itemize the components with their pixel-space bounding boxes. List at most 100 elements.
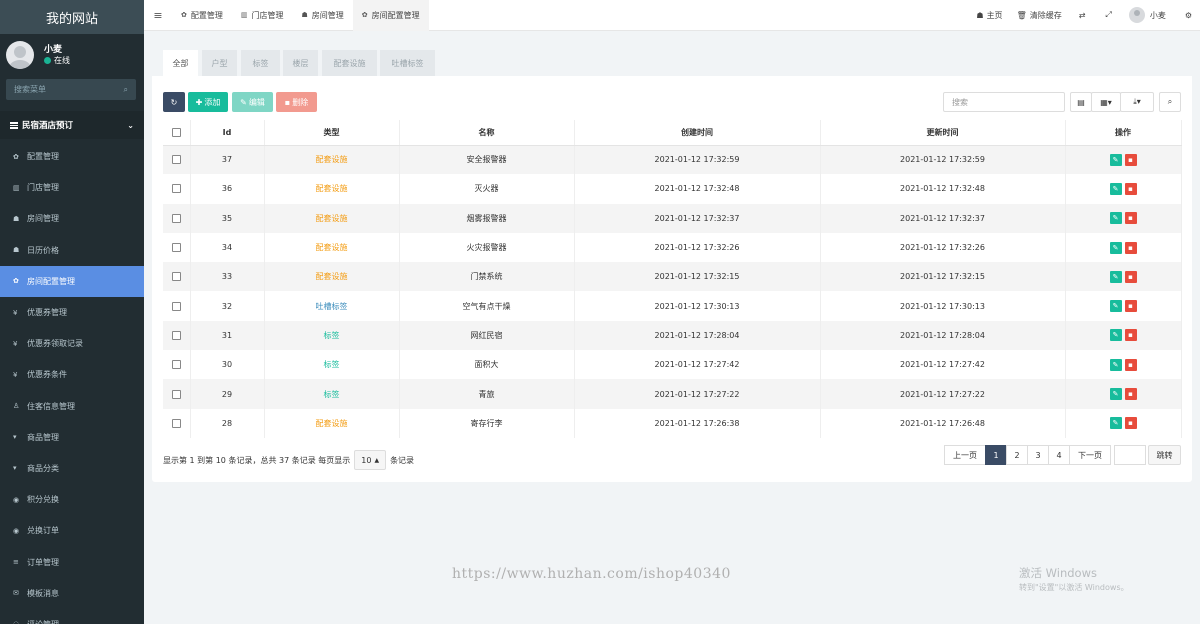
sidebar-item-14[interactable]: ✉ 模板消息 bbox=[0, 578, 144, 609]
toggle-view-icon[interactable]: ▤ bbox=[1070, 92, 1092, 112]
column-header-updated[interactable]: 更新时间 bbox=[820, 120, 1066, 146]
tab-3[interactable]: ✿ 房间配置管理 bbox=[352, 0, 429, 31]
page-2-button[interactable]: 2 bbox=[1006, 445, 1028, 465]
row-checkbox[interactable] bbox=[171, 155, 181, 165]
add-button[interactable]: ✚ 添加 bbox=[188, 92, 228, 112]
tab-1[interactable]: ▥ 门店管理 bbox=[232, 0, 293, 31]
select-all-checkbox[interactable] bbox=[171, 127, 181, 137]
page-4-button[interactable]: 4 bbox=[1048, 445, 1070, 465]
delete-button[interactable]: ▪ 删除 bbox=[276, 92, 317, 112]
row-checkbox[interactable] bbox=[171, 243, 181, 253]
subtab-tag[interactable]: 标签 bbox=[241, 50, 280, 76]
table-row[interactable]: 29 标签 青旅 2021-01-12 17:27:22 2021-01-12 17:2… bbox=[163, 379, 1182, 409]
row-edit-icon[interactable]: ✎ bbox=[1109, 300, 1122, 313]
row-edit-icon[interactable]: ✎ bbox=[1109, 329, 1122, 342]
next-page-button[interactable]: 下一页 bbox=[1069, 445, 1111, 465]
sidebar-item-13[interactable]: ≡ 订单管理 bbox=[0, 546, 144, 577]
user-menu[interactable]: 小麦 bbox=[1122, 7, 1173, 23]
row-checkbox[interactable] bbox=[171, 272, 181, 282]
page-3-button[interactable]: 3 bbox=[1027, 445, 1049, 465]
sidebar-item-11[interactable]: ◉ 积分兑换 bbox=[0, 484, 144, 515]
subtab-room-type[interactable]: 户型 bbox=[202, 50, 237, 76]
row-delete-icon[interactable]: ▪ bbox=[1124, 300, 1137, 313]
subtab-all[interactable]: 全部 bbox=[163, 50, 198, 76]
row-checkbox[interactable] bbox=[171, 418, 181, 428]
columns-dropdown-icon[interactable]: ▦▾ bbox=[1091, 92, 1121, 112]
table-row[interactable]: 28 配套设施 寄存行李 2021-01-12 17:26:38 2021-01-12 … bbox=[163, 408, 1182, 438]
table-row[interactable]: 37 配套设施 安全报警器 2021-01-12 17:32:59 2021-01-12… bbox=[163, 145, 1182, 175]
sidebar-item-9[interactable]: ▾ 商品管理 bbox=[0, 422, 144, 453]
refresh-button[interactable]: ↻ bbox=[163, 92, 185, 112]
table-row[interactable]: 35 配套设施 烟雾报警器 2021-01-12 17:32:37 2021-01-12… bbox=[163, 203, 1182, 233]
clear-cache-button[interactable]: 🗑︎ 清除缓存 bbox=[1010, 10, 1069, 21]
row-edit-icon[interactable]: ✎ bbox=[1109, 241, 1122, 254]
column-header-id[interactable]: Id bbox=[190, 120, 265, 146]
sidebar-item-5[interactable]: ¥ 优惠券管理 bbox=[0, 297, 144, 328]
row-edit-icon[interactable]: ✎ bbox=[1109, 388, 1122, 401]
sidebar-group-homestay[interactable]: 民宿酒店预订 ⌄ bbox=[0, 111, 144, 139]
row-delete-icon[interactable]: ▪ bbox=[1124, 241, 1137, 254]
row-checkbox[interactable] bbox=[171, 360, 181, 370]
page-1-button[interactable]: 1 bbox=[985, 445, 1007, 465]
sidebar-item-8[interactable]: ♙ 住客信息管理 bbox=[0, 391, 144, 422]
edit-button[interactable]: ✎ 编辑 bbox=[232, 92, 273, 112]
advanced-search-icon[interactable]: ⌕ bbox=[1159, 92, 1181, 112]
sidebar-item-4[interactable]: ✿ 房间配置管理 bbox=[0, 265, 144, 297]
settings-icon[interactable]: ⚙ bbox=[1173, 11, 1200, 20]
table-row[interactable]: 36 配套设施 灭火器 2021-01-12 17:32:48 2021-01-12 1… bbox=[163, 174, 1182, 204]
table-row[interactable]: 33 配套设施 门禁系统 2021-01-12 17:32:15 2021-01-12 … bbox=[163, 262, 1182, 292]
row-checkbox[interactable] bbox=[171, 389, 181, 399]
row-delete-icon[interactable]: ▪ bbox=[1124, 212, 1137, 225]
column-header-type[interactable]: 类型 bbox=[264, 120, 400, 146]
table-row[interactable]: 30 标签 面积大 2021-01-12 17:27:42 2021-01-12 17:… bbox=[163, 350, 1182, 380]
row-delete-icon[interactable]: ▪ bbox=[1124, 182, 1137, 195]
row-edit-icon[interactable]: ✎ bbox=[1109, 358, 1122, 371]
tab-2[interactable]: ☗ 房间管理 bbox=[293, 0, 353, 31]
row-delete-icon[interactable]: ▪ bbox=[1124, 329, 1137, 342]
sidebar-item-0[interactable]: ✿ 配置管理 bbox=[0, 141, 144, 172]
sidebar-item-12[interactable]: ◉ 兑换订单 bbox=[0, 515, 144, 546]
sidebar-search-input[interactable]: 搜索菜单 ⌕ bbox=[6, 79, 136, 100]
row-checkbox[interactable] bbox=[171, 184, 181, 194]
search-icon[interactable]: ⌕ bbox=[124, 85, 128, 95]
row-checkbox[interactable] bbox=[171, 301, 181, 311]
sidebar-item-2[interactable]: ☗ 房间管理 bbox=[0, 203, 144, 234]
row-checkbox[interactable] bbox=[171, 330, 181, 340]
prev-page-button[interactable]: 上一页 bbox=[944, 445, 986, 465]
subtab-complaint-tag[interactable]: 吐槽标签 bbox=[380, 50, 435, 76]
row-delete-icon[interactable]: ▪ bbox=[1124, 417, 1137, 430]
table-row[interactable]: 32 吐槽标签 空气有点干燥 2021-01-12 17:30:13 2021-01-1… bbox=[163, 291, 1182, 321]
table-row[interactable]: 34 配套设施 火灾报警器 2021-01-12 17:32:26 2021-01-12… bbox=[163, 232, 1182, 263]
column-header-name[interactable]: 名称 bbox=[399, 120, 575, 146]
row-delete-icon[interactable]: ▪ bbox=[1124, 358, 1137, 371]
subtab-facilities[interactable]: 配套设施 bbox=[322, 50, 377, 76]
home-link[interactable]: ☗ 主页 bbox=[969, 10, 1009, 21]
site-logo[interactable]: 我的网站 bbox=[0, 0, 144, 34]
sidebar-item-3[interactable]: ☗ 日历价格 bbox=[0, 235, 144, 266]
sidebar-item-7[interactable]: ¥ 优惠券条件 bbox=[0, 359, 144, 390]
tab-0[interactable]: ✿ 配置管理 bbox=[172, 0, 232, 31]
row-edit-icon[interactable]: ✎ bbox=[1109, 212, 1122, 225]
row-checkbox[interactable] bbox=[171, 213, 181, 223]
column-header-created[interactable]: 创建时间 bbox=[574, 120, 821, 146]
jump-button[interactable]: 跳转 bbox=[1148, 445, 1181, 465]
row-edit-icon[interactable]: ✎ bbox=[1109, 270, 1122, 283]
table-row[interactable]: 31 标签 网红民宿 2021-01-12 17:28:04 2021-01-12 17… bbox=[163, 320, 1182, 351]
menu-toggle-icon[interactable]: ≡ bbox=[144, 9, 172, 22]
row-delete-icon[interactable]: ▪ bbox=[1124, 153, 1137, 166]
row-delete-icon[interactable]: ▪ bbox=[1124, 388, 1137, 401]
export-dropdown-icon[interactable]: ⤓▾ bbox=[1120, 92, 1154, 112]
jump-page-input[interactable] bbox=[1114, 445, 1146, 465]
sidebar-item-15[interactable]: ◌评论管理 bbox=[0, 609, 144, 624]
subtab-floor[interactable]: 楼层 bbox=[283, 50, 318, 76]
row-edit-icon[interactable]: ✎ bbox=[1109, 417, 1122, 430]
table-search-input[interactable]: 搜索 bbox=[943, 92, 1065, 112]
fullscreen-icon[interactable]: ⤢ bbox=[1095, 10, 1121, 20]
page-size-select[interactable]: 10 ▲ bbox=[354, 450, 387, 470]
row-edit-icon[interactable]: ✎ bbox=[1109, 182, 1122, 195]
translate-icon[interactable]: ⇄ bbox=[1069, 11, 1096, 20]
sidebar-item-10[interactable]: ▾ 商品分类 bbox=[0, 453, 144, 484]
row-edit-icon[interactable]: ✎ bbox=[1109, 153, 1122, 166]
sidebar-item-6[interactable]: ¥ 优惠券领取记录 bbox=[0, 328, 144, 359]
row-delete-icon[interactable]: ▪ bbox=[1124, 270, 1137, 283]
